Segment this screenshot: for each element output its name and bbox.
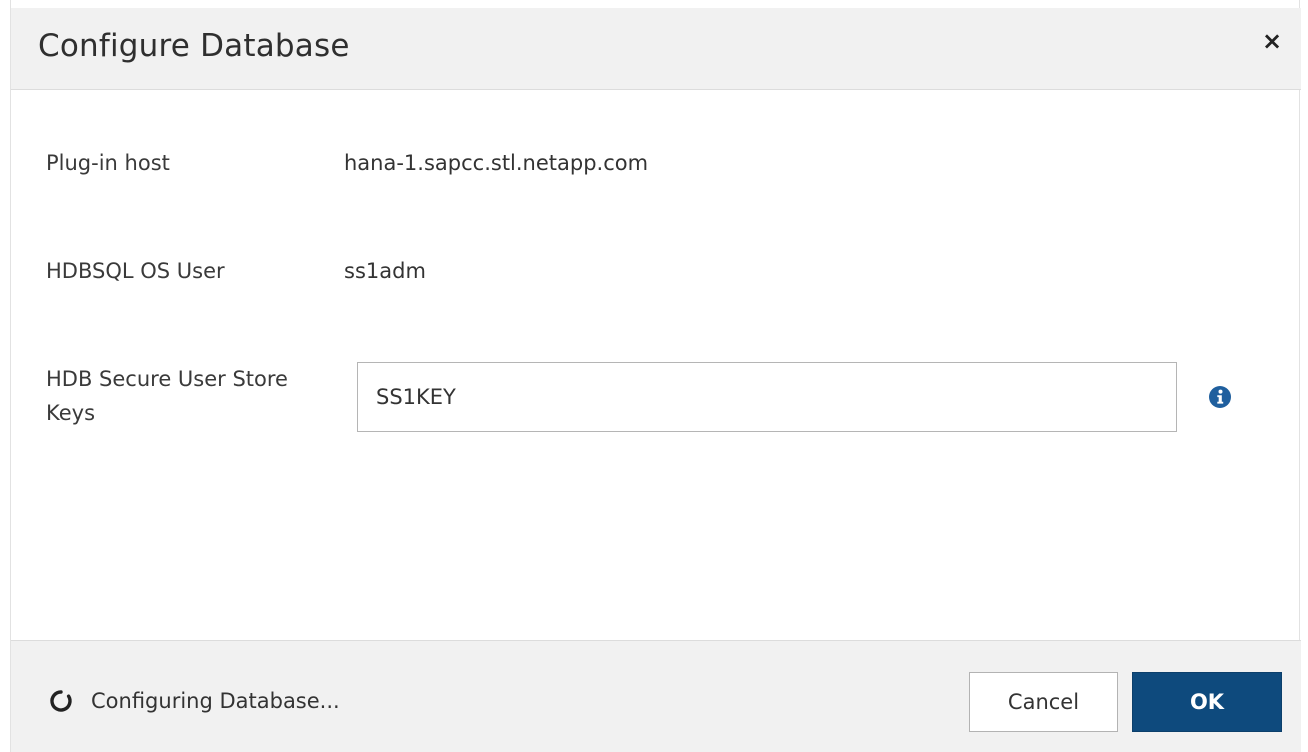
dialog-header: Configure Database × [11,8,1301,90]
store-keys-input[interactable] [357,362,1177,432]
dialog-title: Configure Database [38,28,350,64]
cancel-button[interactable]: Cancel [969,672,1118,732]
close-icon[interactable]: × [1259,28,1285,54]
plugin-host-value: hana-1.sapcc.stl.netapp.com [344,151,649,175]
ok-button[interactable]: OK [1132,672,1282,732]
info-circle-icon[interactable] [1209,386,1231,408]
plugin-host-label: Plug-in host [46,151,170,175]
store-keys-label-line2: Keys [46,401,96,425]
dialog-footer: Configuring Database... Cancel OK [11,640,1301,752]
loading-spinner-icon [50,690,72,712]
store-keys-label-line1: HDB Secure User Store [46,367,288,391]
status-text: Configuring Database... [91,689,340,713]
configure-database-dialog: Configure Database × Plug-in host hana-1… [10,0,1301,752]
os-user-label: HDBSQL OS User [46,259,225,283]
os-user-value: ss1adm [344,259,426,283]
